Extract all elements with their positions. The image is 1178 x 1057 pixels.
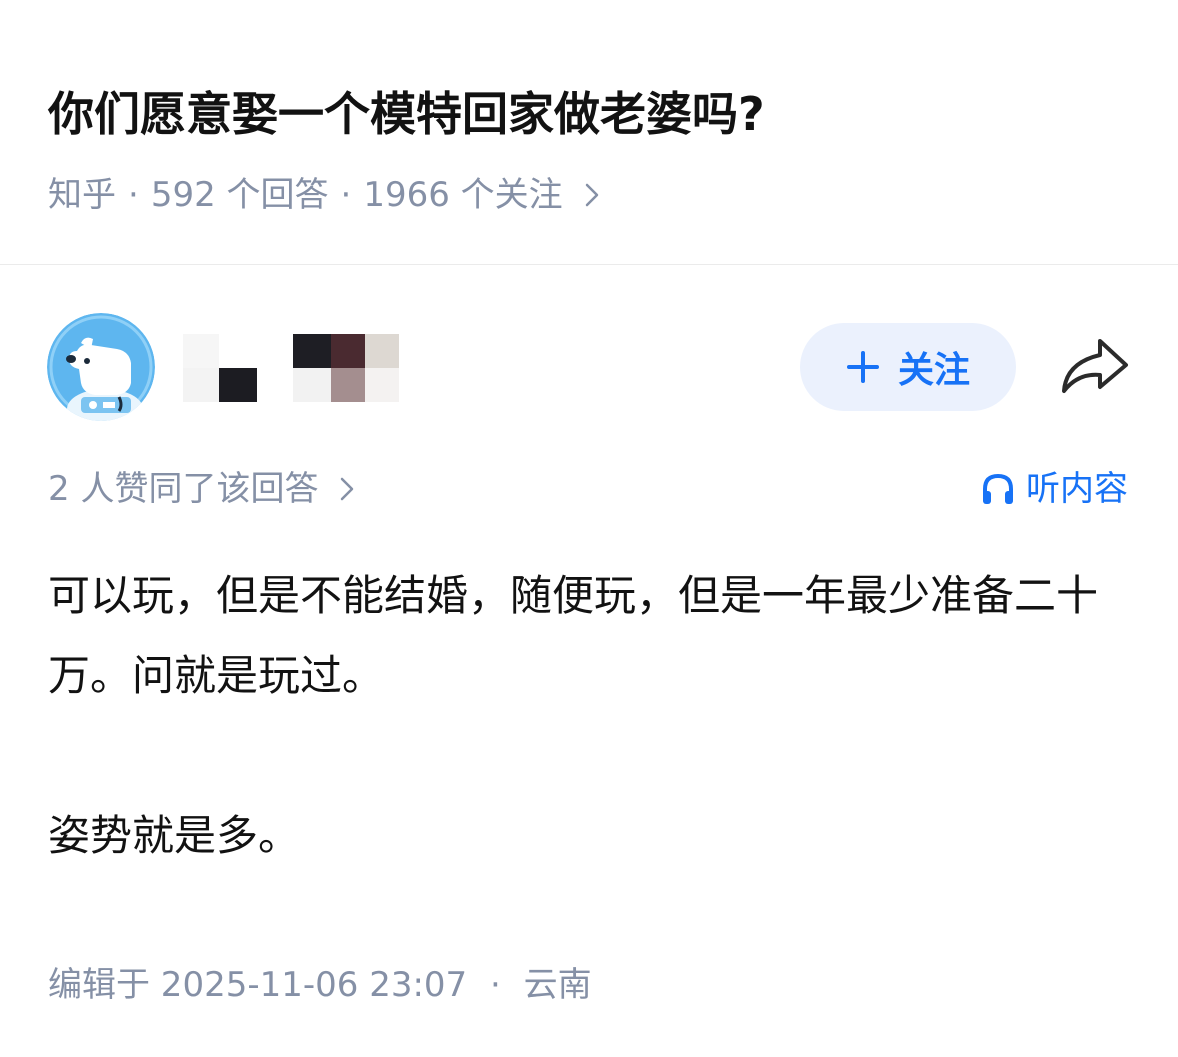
section-divider	[0, 264, 1178, 265]
follow-button[interactable]: 关注	[800, 323, 1016, 411]
answer-paragraph: 可以玩，但是不能结婚，随便玩，但是一年最少准备二十万。问就是玩过。	[48, 571, 1099, 700]
chevron-right-icon	[340, 477, 354, 501]
chevron-right-icon	[585, 183, 599, 207]
voters-link[interactable]: 2 人赞同了该回答	[48, 464, 354, 514]
meta-separator: ·	[490, 965, 501, 1005]
ip-location: 云南	[523, 965, 592, 1005]
author-name-redacted[interactable]	[183, 334, 399, 402]
edit-info: 编辑于 2025-11-06 23:07 · 云南	[48, 960, 592, 1010]
edit-time: 编辑于 2025-11-06 23:07	[48, 965, 468, 1005]
meta-separator: ·	[128, 175, 139, 215]
voters-text: 2 人赞同了该回答	[48, 469, 319, 509]
follower-count: 1966 个关注	[363, 175, 563, 215]
meta-separator: ·	[340, 175, 352, 215]
listen-button[interactable]: 听内容	[980, 464, 1128, 514]
avatar-astronaut-icon	[47, 313, 155, 421]
question-title[interactable]: 你们愿意娶一个模特回家做老婆吗?	[48, 80, 765, 148]
answer-page: 你们愿意娶一个模特回家做老婆吗? 知乎 · 592 个回答 · 1966 个关注	[0, 0, 1178, 1057]
answer-count: 592 个回答	[150, 175, 329, 215]
listen-label: 听内容	[1026, 469, 1128, 509]
share-icon	[1062, 339, 1128, 393]
answer-body: 可以玩，但是不能结婚，随便玩，但是一年最少准备二十万。问就是玩过。 姿势就是多。	[48, 556, 1138, 876]
answer-paragraph: 姿势就是多。	[48, 811, 301, 860]
question-meta[interactable]: 知乎 · 592 个回答 · 1966 个关注	[48, 170, 599, 220]
headphones-icon	[980, 471, 1016, 507]
plus-icon	[846, 350, 880, 384]
share-button[interactable]	[1058, 335, 1132, 399]
follow-label: 关注	[897, 350, 970, 391]
author-avatar[interactable]	[47, 313, 155, 421]
source-label: 知乎	[48, 175, 116, 215]
